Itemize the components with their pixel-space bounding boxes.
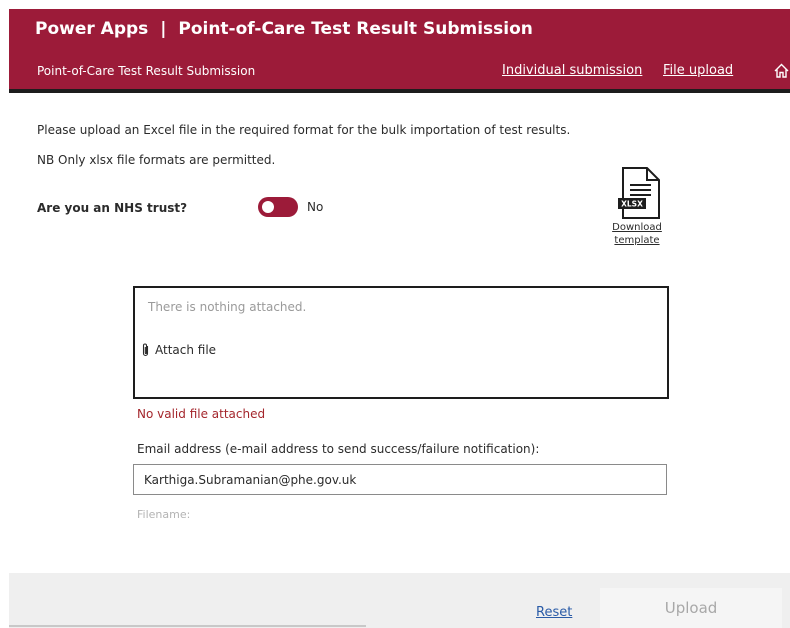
reset-link[interactable]: Reset	[536, 605, 572, 620]
nav-individual-submission[interactable]: Individual submission	[502, 63, 642, 78]
app-header: Power Apps | Point-of-Care Test Result S…	[9, 9, 790, 89]
nhs-trust-toggle[interactable]	[258, 197, 298, 217]
nav-file-upload[interactable]: File upload	[663, 63, 733, 78]
no-attachment-text: There is nothing attached.	[148, 300, 307, 314]
download-template-link-line2[interactable]: template	[606, 235, 668, 246]
page-title: Point-of-Care Test Result Submission	[178, 19, 533, 39]
subbar-title: Point-of-Care Test Result Submission	[37, 64, 256, 78]
attach-file-label: Attach file	[155, 343, 217, 357]
format-note: NB Only xlsx file formats are permitted.	[37, 153, 276, 167]
header-divider	[9, 89, 790, 93]
nhs-trust-value: No	[307, 200, 324, 214]
paperclip-icon	[142, 343, 149, 357]
upload-button[interactable]: Upload	[600, 588, 782, 628]
attachment-control: There is nothing attached. Attach file	[133, 286, 669, 399]
home-icon[interactable]	[773, 62, 790, 79]
instruction-text: Please upload an Excel file in the requi…	[37, 123, 571, 137]
email-label: Email address (e-mail address to send su…	[137, 442, 540, 456]
email-input[interactable]	[133, 464, 667, 495]
attach-file-button[interactable]: Attach file	[141, 340, 216, 360]
app-name: Power Apps	[35, 19, 149, 39]
attachment-error: No valid file attached	[137, 407, 266, 421]
toggle-knob	[262, 201, 274, 213]
app-title: Power Apps | Point-of-Care Test Result S…	[35, 19, 533, 39]
nhs-trust-label: Are you an NHS trust?	[37, 201, 188, 215]
horizontal-scrollbar[interactable]	[9, 625, 366, 627]
filename-label: Filename:	[137, 508, 191, 521]
download-template-link[interactable]: Download	[606, 222, 668, 233]
title-separator: |	[160, 19, 167, 39]
xlsx-file-icon[interactable]: XLSX	[617, 167, 661, 219]
xlsx-icon-text: XLSX	[621, 200, 643, 209]
